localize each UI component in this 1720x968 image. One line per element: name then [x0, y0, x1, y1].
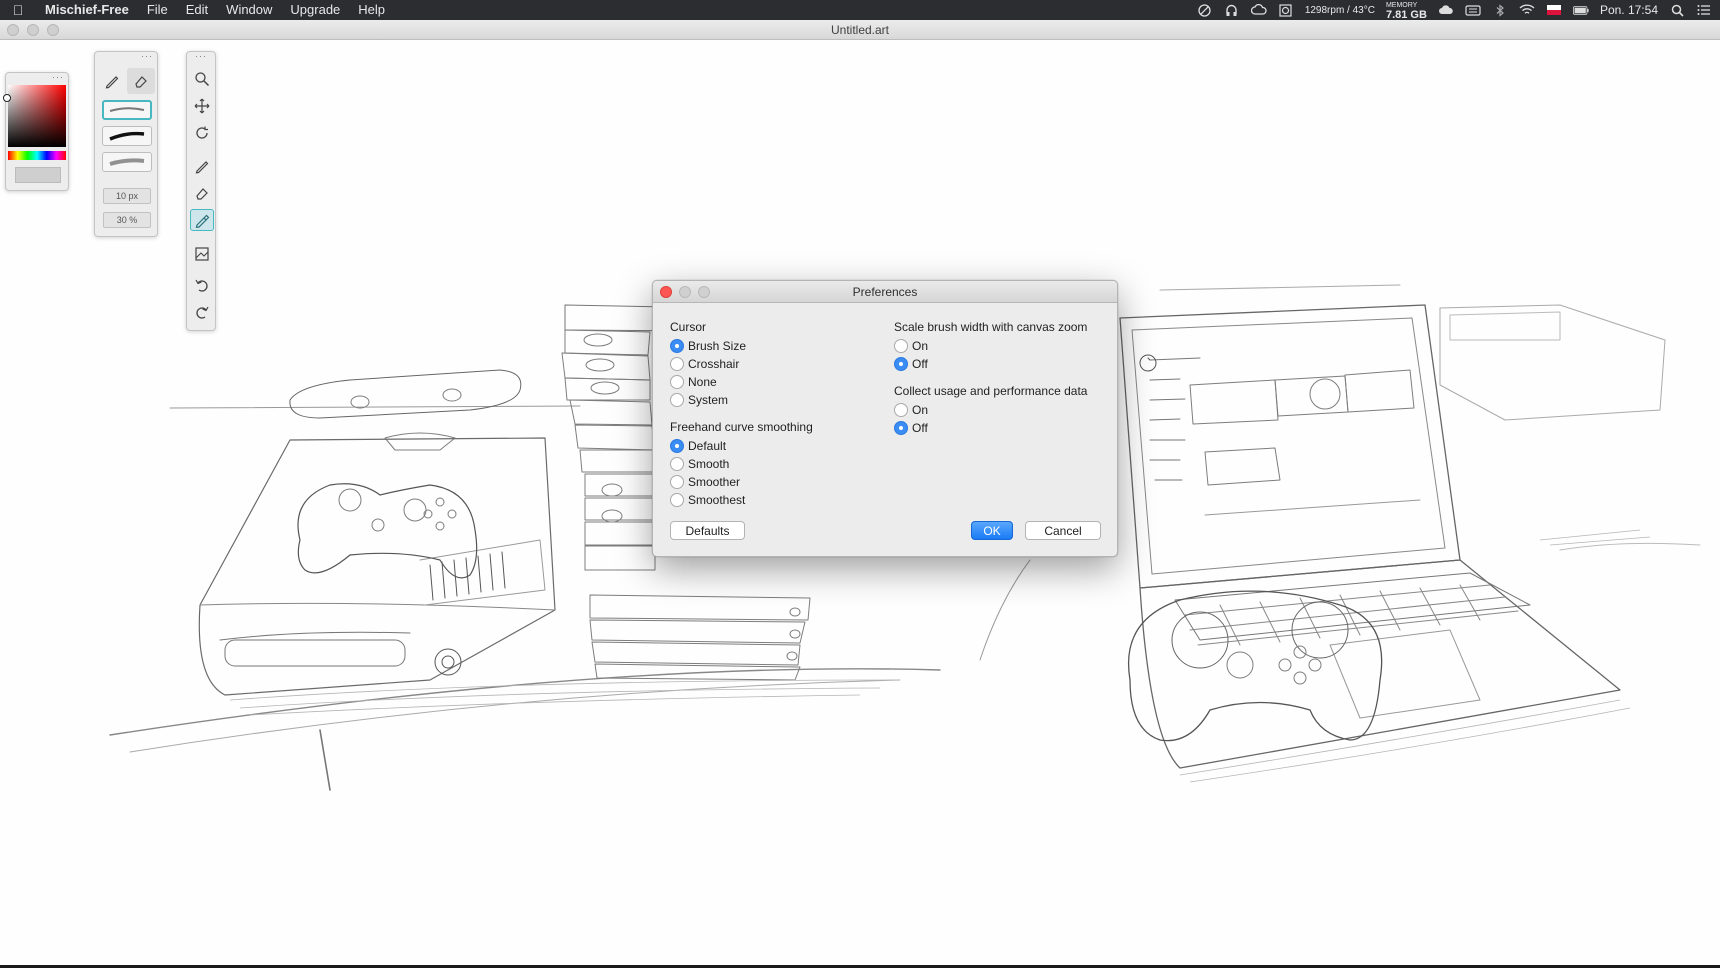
- pencil-brush-icon[interactable]: [98, 68, 126, 94]
- undo-icon[interactable]: [190, 274, 214, 296]
- do-not-disturb-icon[interactable]: [1197, 3, 1213, 17]
- status-area: 1298rpm / 43°C MEMORY 7.81 GB Pon. 17:54: [1197, 0, 1712, 20]
- memory-value: 7.81 GB: [1385, 8, 1427, 21]
- window-title: Untitled.art: [830, 23, 890, 37]
- apple-icon[interactable]: : [0, 2, 36, 18]
- stroke-thin-button[interactable]: [102, 100, 152, 120]
- spotlight-search-icon[interactable]: [1669, 4, 1685, 17]
- color-palette: ···: [3, 72, 69, 191]
- palette-grip[interactable]: ···: [95, 52, 157, 62]
- radio-indicator: [670, 393, 684, 407]
- radio-indicator: [670, 357, 684, 371]
- radio-label: System: [688, 393, 729, 407]
- menu-app-name[interactable]: Mischief-Free: [36, 0, 138, 20]
- creative-cloud-icon[interactable]: [1250, 4, 1267, 16]
- brush-size-field[interactable]: 10 px: [103, 188, 151, 204]
- brush-opacity-field[interactable]: 30 %: [103, 212, 151, 228]
- radio-label: Crosshair: [688, 357, 740, 371]
- usage-data-option-off[interactable]: Off: [894, 420, 928, 436]
- tool-palette: ···: [186, 51, 216, 331]
- menu-window[interactable]: Window: [217, 0, 281, 20]
- keyboard-icon[interactable]: [1465, 4, 1481, 16]
- radio-indicator: [894, 339, 908, 353]
- ok-button[interactable]: OK: [971, 521, 1013, 540]
- stroke-soft-button[interactable]: [102, 152, 152, 172]
- radio-label: Default: [688, 439, 727, 453]
- stroke-bold-button[interactable]: [102, 126, 152, 146]
- scale-brush-option-off[interactable]: Off: [894, 356, 928, 372]
- radio-label: Brush Size: [688, 339, 747, 353]
- bluetooth-icon[interactable]: [1492, 3, 1508, 17]
- dialog-title: Preferences: [852, 285, 918, 299]
- image-layer-icon[interactable]: [190, 243, 214, 265]
- clock[interactable]: Pon. 17:54: [1600, 3, 1658, 17]
- zoom-tool-icon[interactable]: [190, 68, 214, 90]
- memory-readout[interactable]: MEMORY 7.81 GB: [1385, 1, 1427, 21]
- radio-indicator: [894, 403, 908, 417]
- radio-indicator: [670, 457, 684, 471]
- brush-palette: ··· 10 px 30 %: [94, 51, 158, 237]
- menu-upgrade[interactable]: Upgrade: [281, 0, 349, 20]
- hue-slider[interactable]: [8, 151, 66, 160]
- radio-label: Smooth: [688, 457, 730, 471]
- preferences-dialog: Preferences Cursor Brush Size Crosshair …: [652, 280, 1118, 557]
- radio-indicator: [670, 475, 684, 489]
- notification-center-icon[interactable]: [1696, 4, 1712, 16]
- menu-help[interactable]: Help: [349, 0, 394, 20]
- dialog-titlebar: Preferences: [653, 281, 1117, 303]
- radio-indicator: [670, 439, 684, 453]
- smoothing-option-smoother[interactable]: Smoother: [670, 474, 740, 490]
- pencil-tool-icon[interactable]: [190, 155, 214, 177]
- radio-label: Smoother: [688, 475, 741, 489]
- current-color-swatch[interactable]: [15, 167, 61, 183]
- radio-label: None: [688, 375, 717, 389]
- radio-indicator: [670, 339, 684, 353]
- eraser-brush-icon[interactable]: [127, 68, 155, 94]
- radio-indicator: [894, 357, 908, 371]
- eraser-tool-icon[interactable]: [190, 182, 214, 204]
- eyedropper-tool-icon[interactable]: [190, 209, 214, 231]
- menubar:  Mischief-Free File Edit Window Upgrade…: [0, 0, 1720, 20]
- cloud-icon[interactable]: [1438, 4, 1454, 16]
- cursor-option-none[interactable]: None: [670, 374, 717, 390]
- battery-icon[interactable]: [1572, 4, 1589, 16]
- radio-label: Off: [912, 357, 928, 371]
- radio-indicator: [670, 375, 684, 389]
- menu-edit[interactable]: Edit: [177, 0, 217, 20]
- window-titlebar: Untitled.art: [0, 20, 1720, 40]
- fan-temp-readout[interactable]: 1298rpm / 43°C: [1305, 5, 1375, 16]
- smoothing-heading: Freehand curve smoothing: [670, 420, 813, 434]
- palette-grip[interactable]: ···: [187, 52, 215, 62]
- cancel-button[interactable]: Cancel: [1025, 521, 1101, 540]
- radio-label: Smoothest: [688, 493, 746, 507]
- headphones-icon[interactable]: [1224, 4, 1240, 16]
- fan-icon[interactable]: [1278, 3, 1294, 17]
- saturation-brightness-field[interactable]: [8, 85, 66, 147]
- usage-data-option-on[interactable]: On: [894, 402, 928, 418]
- rotate-canvas-icon[interactable]: [190, 122, 214, 144]
- radio-indicator: [670, 493, 684, 507]
- radio-label: On: [912, 339, 929, 353]
- cursor-option-crosshair[interactable]: Crosshair: [670, 356, 739, 372]
- smoothing-option-default[interactable]: Default: [670, 438, 726, 454]
- cursor-option-system[interactable]: System: [670, 392, 728, 408]
- defaults-button[interactable]: Defaults: [670, 521, 745, 540]
- smoothing-option-smoothest[interactable]: Smoothest: [670, 492, 745, 508]
- usage-data-heading: Collect usage and performance data: [894, 384, 1088, 398]
- input-source-flag-icon[interactable]: [1546, 4, 1562, 16]
- radio-indicator: [894, 421, 908, 435]
- menu-file[interactable]: File: [138, 0, 177, 20]
- cursor-option-brush-size[interactable]: Brush Size: [670, 338, 746, 354]
- color-picker-handle[interactable]: [3, 94, 11, 102]
- cursor-heading: Cursor: [670, 320, 707, 334]
- radio-label: Off: [912, 421, 928, 435]
- radio-label: On: [912, 403, 929, 417]
- wifi-icon[interactable]: [1519, 4, 1535, 16]
- palette-grip[interactable]: ···: [6, 73, 68, 83]
- redo-icon[interactable]: [190, 301, 214, 323]
- pan-tool-icon[interactable]: [190, 95, 214, 117]
- smoothing-option-smooth[interactable]: Smooth: [670, 456, 729, 472]
- scale-brush-option-on[interactable]: On: [894, 338, 928, 354]
- scale-brush-heading: Scale brush width with canvas zoom: [894, 320, 1088, 334]
